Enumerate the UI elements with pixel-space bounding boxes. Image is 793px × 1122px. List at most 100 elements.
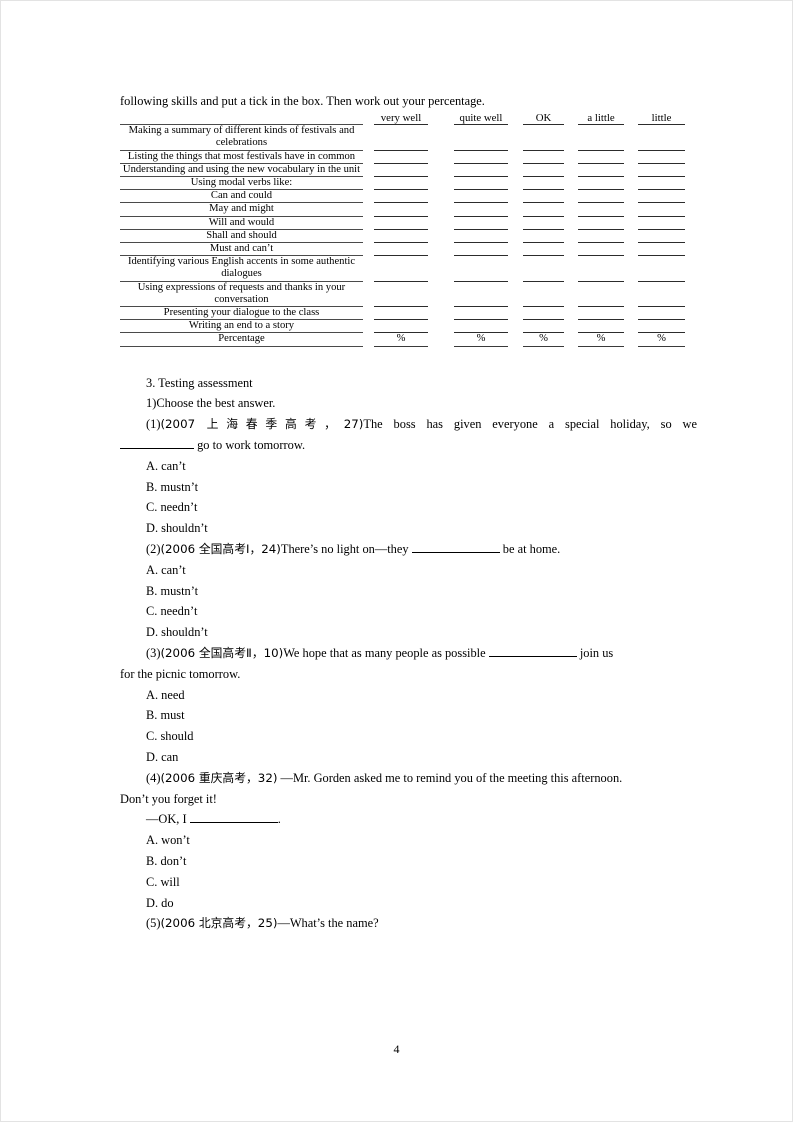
tick-cell-a-little[interactable] (578, 281, 624, 308)
tick-cell-little[interactable] (638, 176, 685, 191)
tick-cell-quite-well[interactable] (454, 163, 508, 178)
tick-cell-quite-well[interactable] (454, 319, 508, 334)
question-1-option-c[interactable]: C. needn’t (120, 497, 697, 518)
tick-cell-a-little[interactable] (578, 242, 624, 257)
tick-cell-a-little[interactable] (578, 319, 624, 334)
tick-cell-quite-well[interactable] (454, 124, 508, 151)
tick-cell-very-well[interactable] (374, 163, 428, 178)
tick-cell-very-well[interactable] (374, 150, 428, 164)
question-4-option-d[interactable]: D. do (120, 893, 697, 914)
tick-cell-very-well[interactable] (374, 176, 428, 191)
tick-cell-ok[interactable] (523, 306, 564, 321)
question-1-stem: (1)(2007 上海春季高考，27)The boss has given ev… (120, 414, 697, 435)
tick-cell-very-well[interactable] (374, 202, 428, 217)
tick-cell-very-well[interactable] (374, 281, 428, 308)
percentage-label: Percentage (120, 332, 363, 347)
exercise-body: 3. Testing assessment 1)Choose the best … (120, 373, 697, 935)
tick-cell-little[interactable] (638, 306, 685, 321)
tick-cell-little[interactable] (638, 216, 685, 230)
question-3-option-a[interactable]: A. need (120, 685, 697, 706)
tick-cell-quite-well[interactable] (454, 229, 508, 244)
document-page: following skills and put a tick in the b… (0, 0, 793, 1122)
tick-cell-very-well[interactable] (374, 189, 428, 204)
table-row: May and might (120, 202, 697, 217)
tick-cell-quite-well[interactable] (454, 189, 508, 204)
tick-cell-quite-well[interactable] (454, 242, 508, 257)
tick-cell-ok[interactable] (523, 255, 564, 282)
question-3-option-c[interactable]: C. should (120, 726, 697, 747)
answer-blank[interactable] (488, 645, 577, 658)
tick-cell-very-well[interactable] (374, 124, 428, 151)
percentage-little[interactable]: % (638, 332, 685, 347)
tick-cell-very-well[interactable] (374, 216, 428, 230)
tick-cell-little[interactable] (638, 150, 685, 164)
percentage-ok[interactable]: % (523, 332, 564, 347)
tick-cell-quite-well[interactable] (454, 202, 508, 217)
question-4-option-b[interactable]: B. don’t (120, 851, 697, 872)
question-4-option-c[interactable]: C. will (120, 872, 697, 893)
tick-cell-little[interactable] (638, 124, 685, 151)
table-row: Using modal verbs like: (120, 176, 697, 191)
tick-cell-a-little[interactable] (578, 163, 624, 178)
tick-cell-little[interactable] (638, 202, 685, 217)
question-3-option-d[interactable]: D. can (120, 747, 697, 768)
question-2-option-a[interactable]: A. can’t (120, 560, 697, 581)
tick-cell-quite-well[interactable] (454, 306, 508, 321)
tick-cell-little[interactable] (638, 255, 685, 282)
tick-cell-ok[interactable] (523, 124, 564, 151)
tick-cell-a-little[interactable] (578, 150, 624, 164)
question-2-option-d[interactable]: D. shouldn’t (120, 622, 697, 643)
tick-cell-ok[interactable] (523, 281, 564, 308)
question-2-option-b[interactable]: B. mustn’t (120, 581, 697, 602)
tick-cell-little[interactable] (638, 163, 685, 178)
table-row: Must and can’t (120, 242, 697, 257)
tick-cell-very-well[interactable] (374, 255, 428, 282)
tick-cell-ok[interactable] (523, 229, 564, 244)
tick-cell-quite-well[interactable] (454, 150, 508, 164)
skill-label: May and might (120, 202, 363, 217)
question-3-option-b[interactable]: B. must (120, 705, 697, 726)
question-1-option-b[interactable]: B. mustn’t (120, 477, 697, 498)
tick-cell-very-well[interactable] (374, 229, 428, 244)
question-4-option-a[interactable]: A. won’t (120, 830, 697, 851)
answer-blank[interactable] (189, 812, 278, 824)
tick-cell-little[interactable] (638, 242, 685, 257)
tick-cell-ok[interactable] (523, 319, 564, 334)
tick-cell-ok[interactable] (523, 216, 564, 230)
tick-cell-a-little[interactable] (578, 124, 624, 151)
tick-cell-ok[interactable] (523, 163, 564, 178)
tick-cell-very-well[interactable] (374, 319, 428, 334)
tick-cell-a-little[interactable] (578, 176, 624, 191)
tick-cell-a-little[interactable] (578, 189, 624, 204)
tick-cell-quite-well[interactable] (454, 281, 508, 308)
tick-cell-ok[interactable] (523, 176, 564, 191)
question-1-option-a[interactable]: A. can’t (120, 456, 697, 477)
tick-cell-a-little[interactable] (578, 229, 624, 244)
answer-blank[interactable] (120, 438, 194, 450)
question-2-option-c[interactable]: C. needn’t (120, 601, 697, 622)
percentage-quite-well[interactable]: % (454, 332, 508, 347)
tick-cell-very-well[interactable] (374, 306, 428, 321)
percentage-very-well[interactable]: % (374, 332, 428, 347)
tick-cell-a-little[interactable] (578, 216, 624, 230)
tick-cell-little[interactable] (638, 281, 685, 308)
percentage-a-little[interactable]: % (578, 332, 624, 347)
tick-cell-quite-well[interactable] (454, 216, 508, 230)
answer-blank[interactable] (411, 542, 500, 554)
tick-cell-ok[interactable] (523, 150, 564, 164)
tick-cell-little[interactable] (638, 319, 685, 334)
tick-cell-very-well[interactable] (374, 242, 428, 257)
table-header-row: very well quite well OK a little little (120, 112, 697, 126)
tick-cell-little[interactable] (638, 229, 685, 244)
tick-cell-ok[interactable] (523, 242, 564, 257)
tick-cell-a-little[interactable] (578, 255, 624, 282)
tick-cell-quite-well[interactable] (454, 176, 508, 191)
tick-cell-a-little[interactable] (578, 306, 624, 321)
skill-label: Can and could (120, 189, 363, 204)
tick-cell-little[interactable] (638, 189, 685, 204)
tick-cell-ok[interactable] (523, 202, 564, 217)
tick-cell-quite-well[interactable] (454, 255, 508, 282)
question-1-option-d[interactable]: D. shouldn’t (120, 518, 697, 539)
tick-cell-a-little[interactable] (578, 202, 624, 217)
tick-cell-ok[interactable] (523, 189, 564, 204)
